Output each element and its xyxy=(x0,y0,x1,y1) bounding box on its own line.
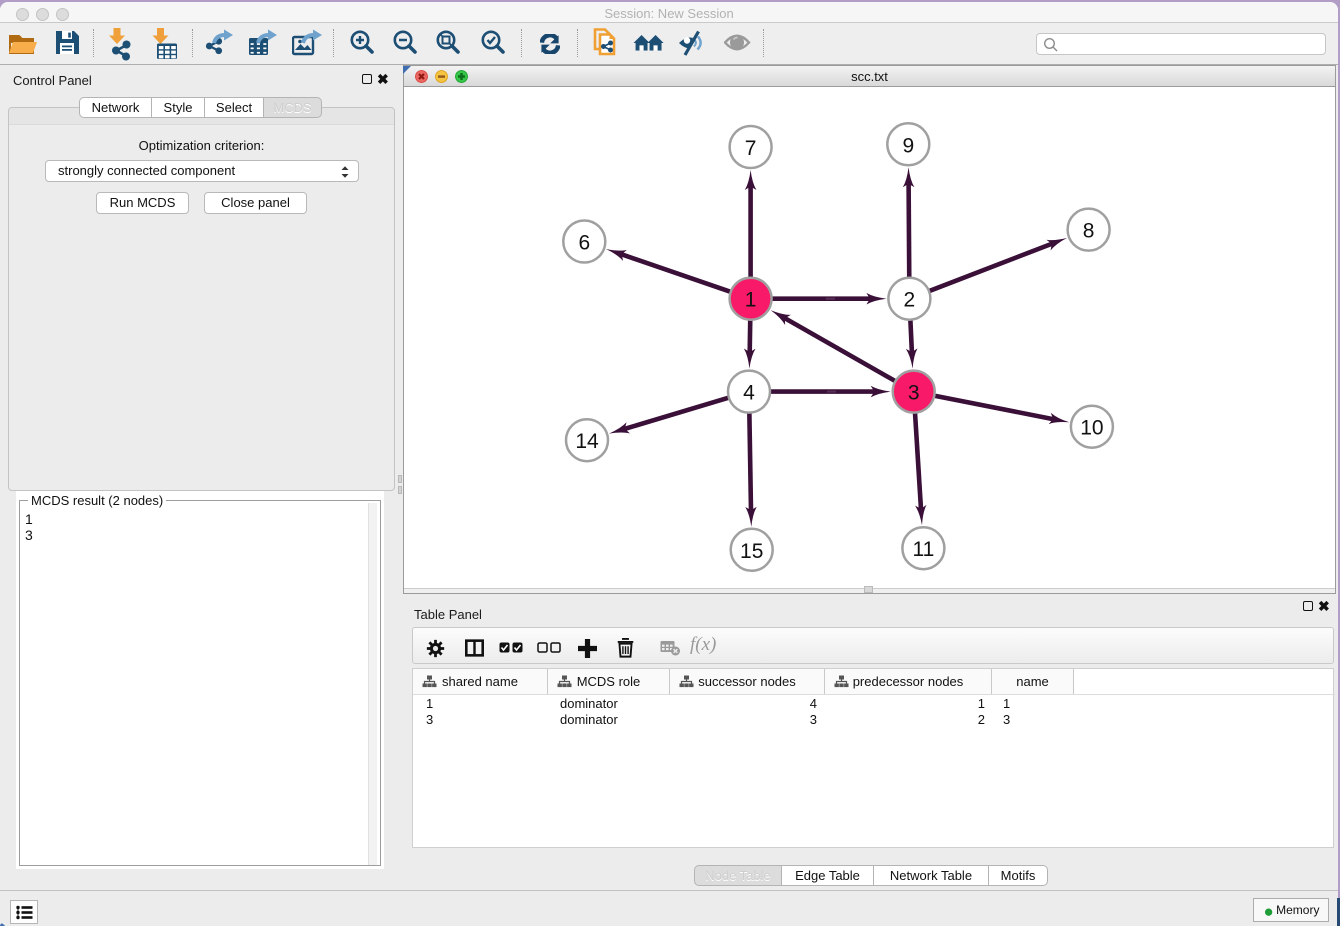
svg-text:4: 4 xyxy=(743,382,755,405)
svg-text:14: 14 xyxy=(575,430,599,453)
svg-text:2: 2 xyxy=(904,289,916,312)
svg-text:8: 8 xyxy=(1083,220,1095,243)
svg-text:6: 6 xyxy=(578,232,590,255)
svg-text:7: 7 xyxy=(745,137,757,160)
svg-text:9: 9 xyxy=(902,134,914,157)
svg-text:3: 3 xyxy=(908,382,920,405)
svg-text:11: 11 xyxy=(912,538,934,561)
svg-text:1: 1 xyxy=(745,289,757,312)
svg-text:10: 10 xyxy=(1080,417,1103,440)
svg-text:15: 15 xyxy=(740,540,763,563)
